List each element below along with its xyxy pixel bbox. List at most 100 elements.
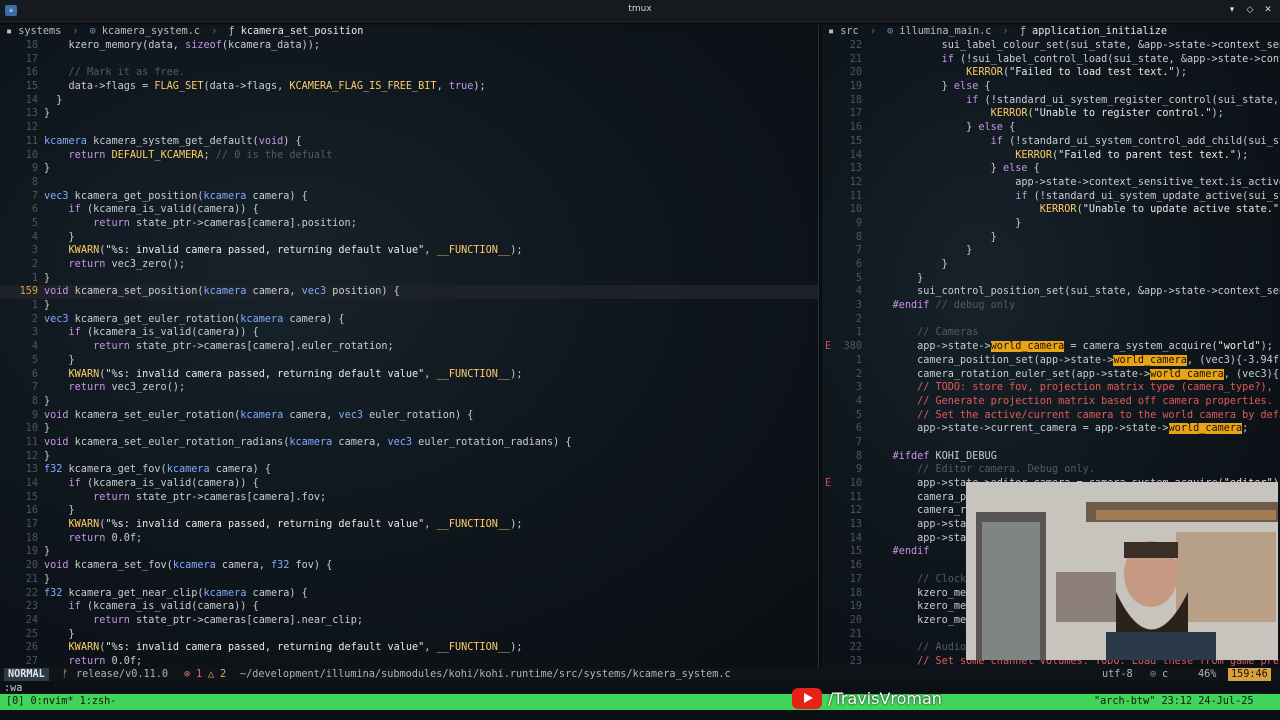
code-line[interactable]: 1}: [0, 272, 818, 286]
code-line[interactable]: 22 sui_label_colour_set(sui_state, &app-…: [822, 39, 1280, 53]
breadcrumb-file[interactable]: illumina_main.c: [899, 26, 991, 37]
code-line[interactable]: 9}: [0, 162, 818, 176]
code-line[interactable]: 10}: [0, 422, 818, 436]
code-text: }: [44, 272, 51, 284]
code-line[interactable]: 9 // Editor camera. Debug only.: [822, 463, 1280, 477]
code-line[interactable]: 5 }: [0, 354, 818, 368]
code-line[interactable]: 12: [0, 121, 818, 135]
line-number: 13: [25, 108, 38, 120]
code-line[interactable]: 13 f32 kcamera_get_fov(kcamera camera) {: [0, 463, 818, 477]
code-line[interactable]: 2 camera_rotation_euler_set(app->state->…: [822, 368, 1280, 382]
breadcrumb-symbol[interactable]: application_initialize: [1032, 26, 1167, 37]
close-icon[interactable]: ✕: [1262, 3, 1274, 17]
code-line[interactable]: 1 camera_position_set(app->state->world_…: [822, 354, 1280, 368]
code-line[interactable]: 18 return 0.0f;: [0, 532, 818, 546]
code-line[interactable]: 6 }: [822, 258, 1280, 272]
code-line[interactable]: 7 }: [822, 244, 1280, 258]
code-line[interactable]: 16 // Mark it as free.: [0, 66, 818, 80]
code-line[interactable]: 12}: [0, 450, 818, 464]
code-line[interactable]: 6 if (kcamera_is_valid(camera)) {: [0, 203, 818, 217]
code-line[interactable]: 15 if (!standard_ui_system_control_add_c…: [822, 135, 1280, 149]
code-line[interactable]: 17 KERROR("Unable to register control.")…: [822, 107, 1280, 121]
code-line[interactable]: 13 } else {: [822, 162, 1280, 176]
code-line[interactable]: 3 KWARN("%s: invalid camera passed, retu…: [0, 244, 818, 258]
warning-icon: △: [208, 669, 215, 680]
code-line[interactable]: 13}: [0, 107, 818, 121]
code-line[interactable]: 4 // Generate projection matrix based of…: [822, 395, 1280, 409]
tmux-host-clock: "arch-btw" 23:12 24-Jul-25: [1094, 696, 1254, 707]
code-line[interactable]: 12 app->state->context_sensitive_text.is…: [822, 176, 1280, 190]
code-line[interactable]: 1}: [0, 299, 818, 313]
code-line[interactable]: 2: [822, 313, 1280, 327]
code-line[interactable]: 19 } else {: [822, 80, 1280, 94]
code-line[interactable]: 20 void kcamera_set_fov(kcamera camera, f…: [0, 559, 818, 573]
code-line[interactable]: 26 KWARN("%s: invalid camera passed, ret…: [0, 641, 818, 655]
code-view[interactable]: 18 kzero_memory(data, sizeof(kcamera_dat…: [0, 39, 818, 668]
code-line[interactable]: 14 }: [0, 94, 818, 108]
breadcrumb-dir[interactable]: systems: [18, 26, 61, 37]
code-line[interactable]: 8 }: [822, 231, 1280, 245]
code-line[interactable]: 7 vec3 kcamera_get_position(kcamera camer…: [0, 190, 818, 204]
code-line[interactable]: 15 data->flags = FLAG_SET(data->flags, K…: [0, 80, 818, 94]
code-line[interactable]: 7 return vec3_zero();: [0, 381, 818, 395]
code-line[interactable]: 11 if (!standard_ui_system_update_active…: [822, 190, 1280, 204]
code-line[interactable]: 23 if (kcamera_is_valid(camera)) {: [0, 600, 818, 614]
code-line[interactable]: 2 return vec3_zero();: [0, 258, 818, 272]
code-line[interactable]: 9 }: [822, 217, 1280, 231]
line-number: 7: [31, 190, 38, 202]
code-line[interactable]: 6 KWARN("%s: invalid camera passed, retu…: [0, 368, 818, 382]
code-line[interactable]: 9 void kcamera_set_euler_rotation(kcamera…: [0, 409, 818, 423]
code-text: void kcamera_set_position(kcamera camera…: [44, 286, 400, 298]
breadcrumb-file[interactable]: kcamera_system.c: [102, 26, 200, 37]
code-line[interactable]: E 380 app->state->world_camera = camera_s…: [822, 340, 1280, 354]
code-line[interactable]: 8 #ifdef KOHI_DEBUG: [822, 450, 1280, 464]
code-line[interactable]: 18 if (!standard_ui_system_register_cont…: [822, 94, 1280, 108]
code-line[interactable]: 14 if (kcamera_is_valid(camera)) {: [0, 477, 818, 491]
code-line[interactable]: 7: [822, 436, 1280, 450]
code-line[interactable]: 21}: [0, 573, 818, 587]
code-line[interactable]: 1 // Cameras: [822, 326, 1280, 340]
code-text: if (kcamera_is_valid(camera)) {: [68, 327, 259, 339]
line-number: 21: [25, 573, 38, 585]
code-line[interactable]: 19}: [0, 545, 818, 559]
code-line[interactable]: 11 kcamera kcamera_system_get_default(voi…: [0, 135, 818, 149]
code-line[interactable]: 17: [0, 53, 818, 67]
editor-pane-left[interactable]: ▪ systems › ⊙ kcamera_system.c › ƒ kcame…: [0, 25, 818, 668]
code-line[interactable]: 16 } else {: [822, 121, 1280, 135]
code-line[interactable]: 5 // Set the active/current camera to th…: [822, 409, 1280, 423]
breadcrumb-symbol[interactable]: kcamera_set_position: [241, 26, 364, 37]
code-line[interactable]: 10 KERROR("Unable to update active state…: [822, 203, 1280, 217]
code-line[interactable]: 11 void kcamera_set_euler_rotation_radian…: [0, 436, 818, 450]
code-line[interactable]: 21 if (!sui_label_control_load(sui_state…: [822, 53, 1280, 67]
code-line[interactable]: 8: [0, 176, 818, 190]
code-line[interactable]: 5 }: [822, 272, 1280, 286]
line-number: 17: [849, 573, 862, 585]
code-line[interactable]: 17 KWARN("%s: invalid camera passed, ret…: [0, 518, 818, 532]
code-line[interactable]: 4 return state_ptr->cameras[camera].eule…: [0, 340, 818, 354]
code-line[interactable]: 20 KERROR("Failed to load test text.");: [822, 66, 1280, 80]
code-line[interactable]: 25 }: [0, 628, 818, 642]
code-line[interactable]: 15 return state_ptr->cameras[camera].fov…: [0, 491, 818, 505]
code-line[interactable]: 6 app->state->current_camera = app->stat…: [822, 422, 1280, 436]
code-line[interactable]: 3 if (kcamera_is_valid(camera)) {: [0, 326, 818, 340]
tmux-window-list[interactable]: [0] 0:nvim* 1:zsh-: [6, 694, 116, 710]
code-line[interactable]: 10 return DEFAULT_KCAMERA; // 0 is the d…: [0, 149, 818, 163]
code-line[interactable]: 4 }: [0, 231, 818, 245]
code-line[interactable]: 8}: [0, 395, 818, 409]
code-line[interactable]: 3 #endif // debug only: [822, 299, 1280, 313]
code-line[interactable]: 14 KERROR("Failed to parent test text.")…: [822, 149, 1280, 163]
code-line[interactable]: 16 }: [0, 504, 818, 518]
code-line[interactable]: 159 void kcamera_set_position(kcamera cam…: [0, 285, 818, 300]
code-line[interactable]: 4 sui_control_position_set(sui_state, &a…: [822, 285, 1280, 299]
maximize-icon[interactable]: ◇: [1244, 3, 1256, 17]
code-line[interactable]: 24 return state_ptr->cameras[camera].nea…: [0, 614, 818, 628]
code-line[interactable]: 3 // TODO: store fov, projection matrix …: [822, 381, 1280, 395]
minimize-icon[interactable]: ▾: [1226, 3, 1238, 17]
code-text: return state_ptr->cameras[camera].fov;: [93, 491, 327, 503]
code-line[interactable]: 2 vec3 kcamera_get_euler_rotation(kcamera…: [0, 313, 818, 327]
code-line[interactable]: 27 return 0.0f;: [0, 655, 818, 668]
code-line[interactable]: 18 kzero_memory(data, sizeof(kcamera_dat…: [0, 39, 818, 53]
code-line[interactable]: 22 f32 kcamera_get_near_clip(kcamera came…: [0, 587, 818, 601]
breadcrumb-dir[interactable]: src: [840, 26, 858, 37]
code-line[interactable]: 5 return state_ptr->cameras[camera].posi…: [0, 217, 818, 231]
